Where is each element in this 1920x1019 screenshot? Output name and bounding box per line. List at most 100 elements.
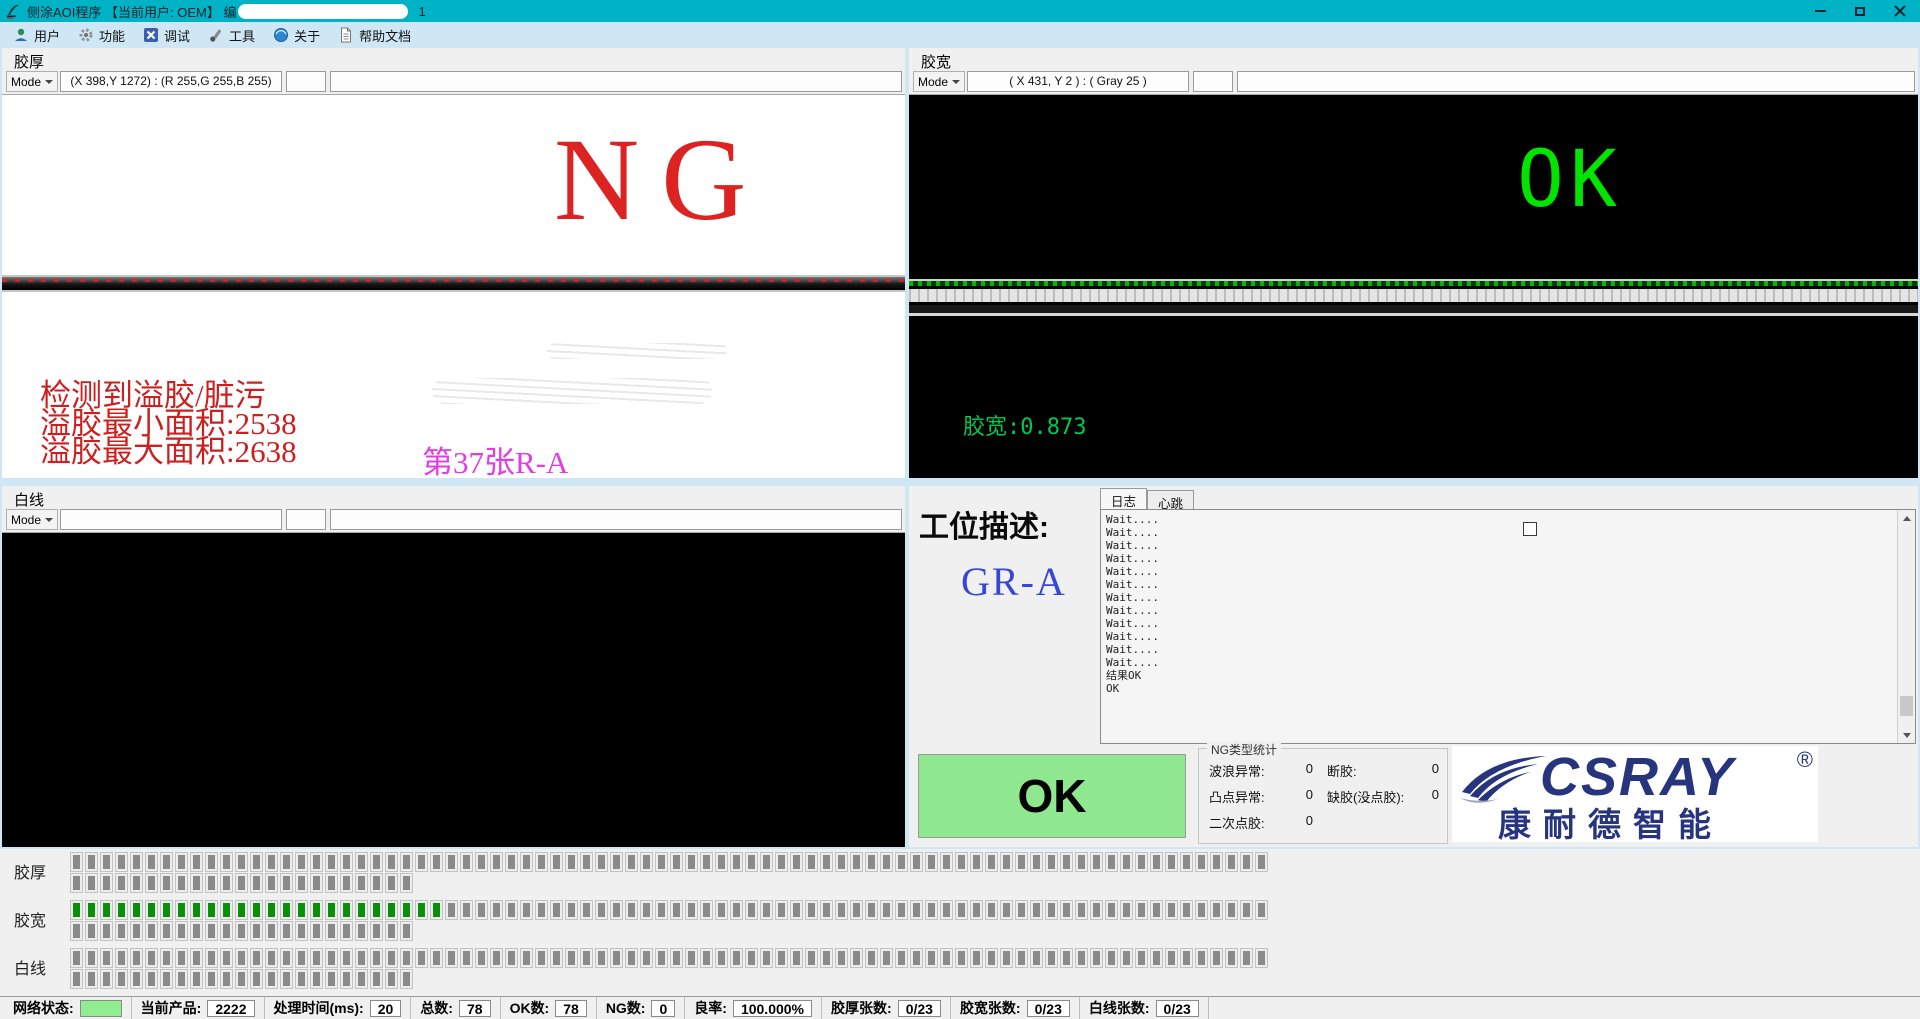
menu-item-user[interactable]: 用户 [4, 23, 69, 48]
indicator-cell [340, 852, 353, 872]
user-icon [13, 27, 29, 43]
indicator-cell [580, 948, 593, 968]
menu-item-debug[interactable]: 调试 [134, 23, 199, 48]
menu-item-help-doc[interactable]: 帮助文档 [329, 23, 420, 48]
width-aux-field[interactable] [1193, 71, 1233, 92]
indicator-cell [160, 852, 173, 872]
menu-item-function[interactable]: 功能 [69, 23, 134, 48]
statusbar-label: NG数: [606, 998, 646, 1018]
indicator-cell [175, 873, 188, 893]
indicator-cell [415, 948, 428, 968]
indicator-cell [355, 948, 368, 968]
indicator-cell [910, 900, 923, 920]
indicator-cell [1075, 900, 1088, 920]
indicator-cell [700, 948, 713, 968]
thickness-mode-dropdown[interactable]: Mode [6, 71, 58, 92]
whiteline-mode-dropdown[interactable]: Mode [6, 509, 58, 530]
indicator-cell [655, 852, 668, 872]
indicator-cell [280, 969, 293, 989]
function-icon [78, 27, 94, 43]
whiteline-image-view[interactable] [2, 532, 905, 847]
mode-label: Mode [11, 75, 41, 89]
log-scrollbar[interactable] [1897, 510, 1915, 743]
whiteline-info-field[interactable] [330, 509, 902, 530]
indicator-cell [145, 921, 158, 941]
result-status-button[interactable]: OK [918, 754, 1186, 838]
indicator-cell [280, 873, 293, 893]
indicator-cell [175, 852, 188, 872]
indicator-cell [250, 921, 263, 941]
indicator-cell [1165, 852, 1178, 872]
indicator-cell [610, 948, 623, 968]
scroll-down-icon[interactable] [1898, 727, 1915, 743]
indicator-cell [1225, 852, 1238, 872]
scroll-up-icon[interactable] [1898, 510, 1915, 526]
thickness-image-view[interactable]: NG 检测到溢胶/脏污 溢胶最小面积:2538 溢胶最大面积:2638 第37张… [2, 94, 905, 478]
indicator-cell [145, 969, 158, 989]
tools-icon [208, 27, 224, 43]
whiteline-aux-field[interactable] [286, 509, 326, 530]
indicator-cell [475, 852, 488, 872]
indicator-cell [370, 852, 383, 872]
log-entry: Wait.... [1106, 526, 1895, 539]
indicator-cell [325, 852, 338, 872]
indicator-cell [1015, 900, 1028, 920]
width-image-view[interactable]: OK 胶宽:0.873 [909, 94, 1918, 478]
indicator-cell [1000, 852, 1013, 872]
indicator-group-label: 胶宽 [14, 898, 46, 940]
log-entry: Wait.... [1106, 630, 1895, 643]
ng-stat-label: 二次点胶: [1209, 813, 1265, 832]
tab-heartbeat[interactable]: 心跳 [1147, 490, 1194, 509]
indicator-cell [310, 852, 323, 872]
width-result-text: OK [1517, 141, 1623, 219]
indicator-cell [220, 873, 233, 893]
width-coord-readout[interactable]: ( X 431, Y 2 ) : ( Gray 25 ) [967, 71, 1189, 92]
indicator-cell [760, 900, 773, 920]
indicator-cell [535, 948, 548, 968]
indicator-cell [490, 900, 503, 920]
indicator-cell [805, 900, 818, 920]
indicator-cell [145, 852, 158, 872]
ng-stat-label: 缺胶(没点胶): [1327, 787, 1404, 806]
maximize-button[interactable] [1840, 0, 1880, 22]
width-mode-dropdown[interactable]: Mode [913, 71, 965, 92]
tab-log[interactable]: 日志 [1100, 488, 1147, 509]
indicator-cell [940, 900, 953, 920]
log-list[interactable]: Wait....Wait....Wait....Wait....Wait....… [1100, 509, 1916, 744]
close-button[interactable] [1880, 0, 1920, 22]
indicator-cell [220, 852, 233, 872]
indicator-cell [70, 969, 83, 989]
indicator-cell [310, 921, 323, 941]
scrollbar-thumb[interactable] [1900, 696, 1913, 716]
mode-label: Mode [918, 75, 948, 89]
close-icon [1894, 5, 1906, 17]
thickness-aux-field[interactable] [286, 71, 326, 92]
indicator-cell [400, 900, 413, 920]
indicator-cell [115, 969, 128, 989]
width-info-field[interactable] [1237, 71, 1915, 92]
thickness-coord-readout[interactable]: (X 398,Y 1272) : (R 255,G 255,B 255) [60, 71, 282, 92]
indicator-cell [565, 852, 578, 872]
title-redaction [238, 4, 408, 19]
indicator-cell [340, 948, 353, 968]
menu-item-tools[interactable]: 工具 [199, 23, 264, 48]
whiteline-coord-readout[interactable] [60, 509, 282, 530]
log-checkbox[interactable] [1523, 522, 1537, 536]
indicator-cell [280, 921, 293, 941]
thickness-info-field[interactable] [330, 71, 902, 92]
indicator-cell [265, 969, 278, 989]
indicator-cell [550, 900, 563, 920]
indicator-cell [640, 900, 653, 920]
indicator-cell [580, 900, 593, 920]
thickness-toolbar: Mode (X 398,Y 1272) : (R 255,G 255,B 255… [2, 70, 905, 94]
indicator-cell [550, 948, 563, 968]
menu-item-about[interactable]: 关于 [264, 23, 329, 48]
minimize-button[interactable] [1800, 0, 1840, 22]
ng-stat-label: 断胶: [1327, 761, 1357, 780]
indicator-cell [145, 948, 158, 968]
indicator-cell [295, 900, 308, 920]
registered-mark: ® [1797, 747, 1813, 773]
statusbar-value: 0 [651, 1000, 675, 1017]
indicator-cell [1030, 852, 1043, 872]
mode-label: Mode [11, 513, 41, 527]
